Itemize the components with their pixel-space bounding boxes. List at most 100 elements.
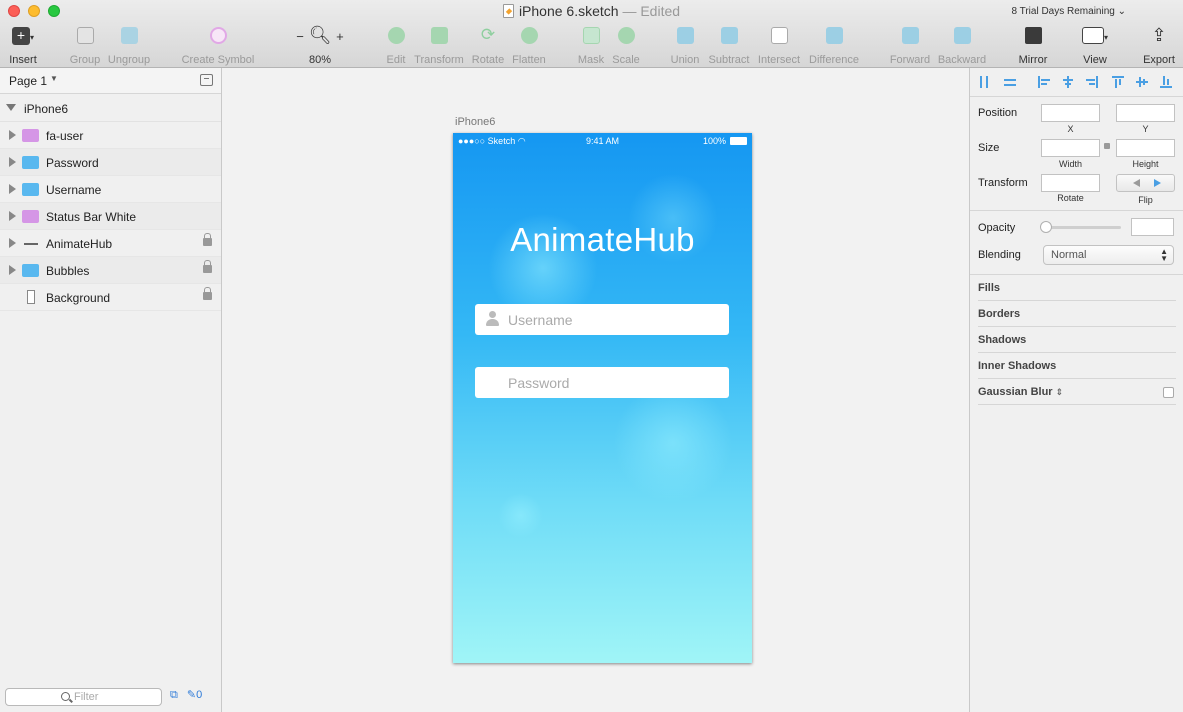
divider <box>978 326 1176 327</box>
shadows-section[interactable]: Shadows <box>978 334 1026 346</box>
layer-row[interactable]: Status Bar White <box>0 203 221 230</box>
zoom-control[interactable]: − 🔍︎ + 80% <box>290 24 350 66</box>
layer-row[interactable]: AnimateHub <box>0 230 221 257</box>
edit-button[interactable]: Edit <box>381 24 411 66</box>
password-input[interactable] <box>508 374 718 392</box>
view-button[interactable]: ▾ View <box>1077 24 1113 66</box>
disclosure-closed-icon[interactable] <box>9 130 16 140</box>
height-field[interactable] <box>1116 139 1175 157</box>
password-field[interactable] <box>475 367 729 398</box>
flatten-button[interactable]: Flatten <box>510 24 548 66</box>
rotate-label: Rotate <box>471 54 505 66</box>
subtract-button[interactable]: Subtract <box>706 24 752 66</box>
zoom-out-icon[interactable]: − <box>296 29 304 44</box>
opacity-slider-knob[interactable] <box>1040 221 1052 233</box>
rotate-icon: ⟳ <box>480 25 496 44</box>
slice-pen-icon[interactable]: ✎ <box>187 689 196 701</box>
opacity-slider-track[interactable] <box>1043 226 1121 229</box>
status-bar: ●●●○○ Sketch ◠ 9:41 AM 100% <box>453 133 752 149</box>
rotate-field[interactable] <box>1041 174 1100 192</box>
distribute-horizontal-icon[interactable] <box>978 76 990 88</box>
sketch-document-icon <box>502 4 514 18</box>
align-top-icon[interactable] <box>1112 76 1124 88</box>
transform-button[interactable]: Transform <box>413 24 465 66</box>
disclosure-closed-icon[interactable] <box>9 157 16 167</box>
rotate-button[interactable]: ⟳ Rotate <box>469 24 507 66</box>
artboard-row[interactable]: iPhone6 <box>0 95 221 122</box>
page-selector[interactable]: Page 1 ▼ <box>0 68 221 94</box>
mask-button[interactable]: Mask <box>575 24 607 66</box>
disclosure-closed-icon[interactable] <box>9 238 16 248</box>
intersect-button[interactable]: Intersect <box>756 24 802 66</box>
iphone-artboard[interactable]: ●●●○○ Sketch ◠ 9:41 AM 100% AnimateHub <box>453 133 752 663</box>
forward-button[interactable]: Forward <box>888 24 932 66</box>
filter-field[interactable] <box>5 688 162 706</box>
layer-row[interactable]: Background <box>0 284 221 311</box>
layer-row[interactable]: Username <box>0 176 221 203</box>
subtract-label: Subtract <box>708 54 750 66</box>
difference-button[interactable]: Difference <box>806 24 862 66</box>
create-symbol-button[interactable]: Create Symbol <box>180 24 256 66</box>
distribute-vertical-icon[interactable] <box>1004 76 1016 88</box>
artboard-title[interactable]: iPhone6 <box>455 116 495 128</box>
lock-proportions-icon[interactable] <box>1104 143 1110 149</box>
insert-button[interactable]: + ▾ Insert <box>6 24 40 66</box>
ungroup-label: Ungroup <box>107 54 151 66</box>
disclosure-open-icon[interactable] <box>6 104 16 111</box>
fills-section[interactable]: Fills <box>978 282 1000 294</box>
toggle-pages-icon[interactable] <box>200 74 213 86</box>
align-right-icon[interactable] <box>1086 76 1098 88</box>
disclosure-closed-icon[interactable] <box>9 184 16 194</box>
lock-icon[interactable] <box>203 260 212 273</box>
width-field[interactable] <box>1041 139 1100 157</box>
zoom-value: 80% <box>308 54 332 66</box>
scale-button[interactable]: Scale <box>610 24 642 66</box>
inner-shadows-section[interactable]: Inner Shadows <box>978 360 1056 372</box>
layer-row[interactable]: Password <box>0 149 221 176</box>
inspector-panel: Position X Y Size Width Height Transform… <box>969 68 1183 712</box>
group-button[interactable]: Group <box>68 24 102 66</box>
duplicate-layers-icon[interactable]: ⧉ <box>170 689 178 701</box>
layer-row[interactable]: Bubbles <box>0 257 221 284</box>
gaussian-blur-checkbox[interactable] <box>1163 387 1174 398</box>
page-name: Page 1 <box>9 74 48 88</box>
filter-input[interactable] <box>74 690 159 704</box>
lock-icon[interactable] <box>203 233 212 246</box>
mirror-button[interactable]: Mirror <box>1015 24 1051 66</box>
divider <box>978 352 1176 353</box>
borders-section[interactable]: Borders <box>978 308 1020 320</box>
export-button[interactable]: ⇪ Export <box>1140 24 1178 66</box>
alignment-toolbar <box>970 68 1183 97</box>
trial-menu[interactable]: 8 Trial Days Remaining ⌄ <box>1011 6 1126 17</box>
blending-select[interactable]: Normal ▲ ▼ <box>1043 245 1174 265</box>
mirror-icon <box>1015 24 1051 46</box>
align-vertical-center-icon[interactable] <box>1136 76 1148 88</box>
flip-vertical-icon[interactable] <box>1154 179 1161 187</box>
x-field[interactable] <box>1041 104 1100 122</box>
union-button[interactable]: Union <box>668 24 702 66</box>
layers-panel: Page 1 ▼ iPhone6 fa-user Password Userna… <box>0 68 222 712</box>
canvas[interactable]: iPhone6 ●●●○○ Sketch ◠ 9:41 AM 100% Anim… <box>223 68 969 712</box>
opacity-field[interactable] <box>1131 218 1174 236</box>
difference-label: Difference <box>809 54 859 66</box>
flip-horizontal-icon[interactable] <box>1133 179 1140 187</box>
align-bottom-icon[interactable] <box>1160 76 1172 88</box>
lock-icon[interactable] <box>203 287 212 300</box>
backward-button[interactable]: Backward <box>936 24 988 66</box>
align-left-icon[interactable] <box>1038 76 1050 88</box>
disclosure-closed-icon[interactable] <box>9 265 16 275</box>
bubble-decoration <box>613 383 733 503</box>
zoom-in-icon[interactable]: + <box>336 29 344 44</box>
filter-options: ⧉ ✎0 <box>170 688 202 702</box>
username-input[interactable] <box>508 311 718 329</box>
search-icon <box>61 692 70 701</box>
layer-name: AnimateHub <box>46 237 113 251</box>
disclosure-closed-icon[interactable] <box>9 211 16 221</box>
username-field[interactable] <box>475 304 729 335</box>
align-horizontal-center-icon[interactable] <box>1062 76 1074 88</box>
flip-control[interactable] <box>1116 174 1175 192</box>
layer-row[interactable]: fa-user <box>0 122 221 149</box>
gaussian-blur-section[interactable]: Gaussian Blur ⇕ <box>978 386 1063 398</box>
y-field[interactable] <box>1116 104 1175 122</box>
ungroup-button[interactable]: Ungroup <box>106 24 152 66</box>
